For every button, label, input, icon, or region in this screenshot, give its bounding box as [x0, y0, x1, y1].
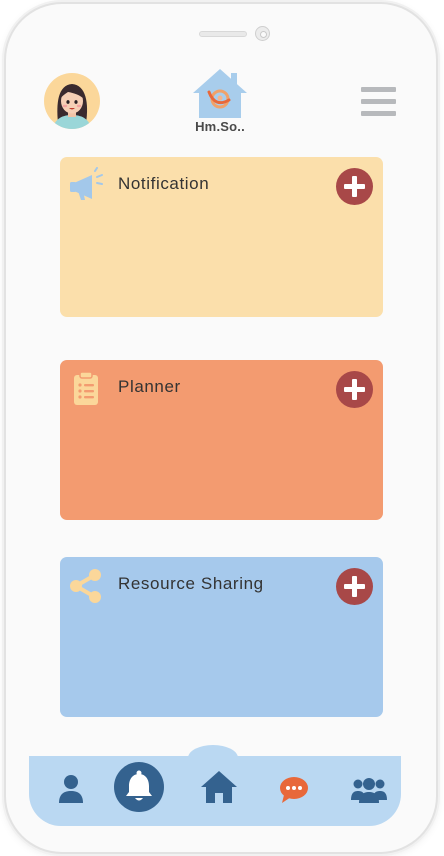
app-logo: Hm.So..	[189, 66, 251, 138]
tab-home[interactable]	[200, 770, 238, 809]
share-icon	[68, 567, 104, 603]
notification-card[interactable]: Notification	[60, 157, 383, 317]
tab-profile[interactable]	[58, 774, 84, 809]
user-avatar[interactable]	[44, 73, 100, 129]
card-title: Resource Sharing	[118, 574, 264, 593]
add-resource-button[interactable]	[336, 568, 373, 605]
tab-community[interactable]	[350, 776, 388, 809]
tab-notifications[interactable]	[114, 762, 164, 812]
phone-frame: Hm.So.. Notification Planner Resource Sh…	[6, 4, 436, 852]
add-notification-button[interactable]	[336, 168, 373, 205]
card-title: Notification	[118, 174, 210, 193]
chat-bubble-icon	[280, 777, 308, 803]
users-icon	[351, 778, 387, 803]
add-planner-button[interactable]	[336, 371, 373, 408]
planner-card[interactable]: Planner	[60, 360, 383, 520]
avatar-illustration	[52, 84, 92, 129]
resource-sharing-card[interactable]: Resource Sharing	[60, 557, 383, 717]
logo-text: Hm.So..	[195, 119, 245, 134]
phone-camera	[255, 26, 270, 41]
user-icon	[59, 775, 83, 803]
tab-chat[interactable]	[279, 776, 309, 809]
house-logo-icon	[193, 69, 247, 118]
bell-icon	[126, 770, 152, 801]
phone-speaker	[199, 31, 247, 37]
clipboard-list-icon	[68, 370, 104, 406]
megaphone-icon	[68, 167, 104, 203]
hamburger-menu-icon[interactable]	[361, 87, 397, 117]
home-icon	[201, 771, 237, 803]
card-title: Planner	[118, 377, 181, 396]
